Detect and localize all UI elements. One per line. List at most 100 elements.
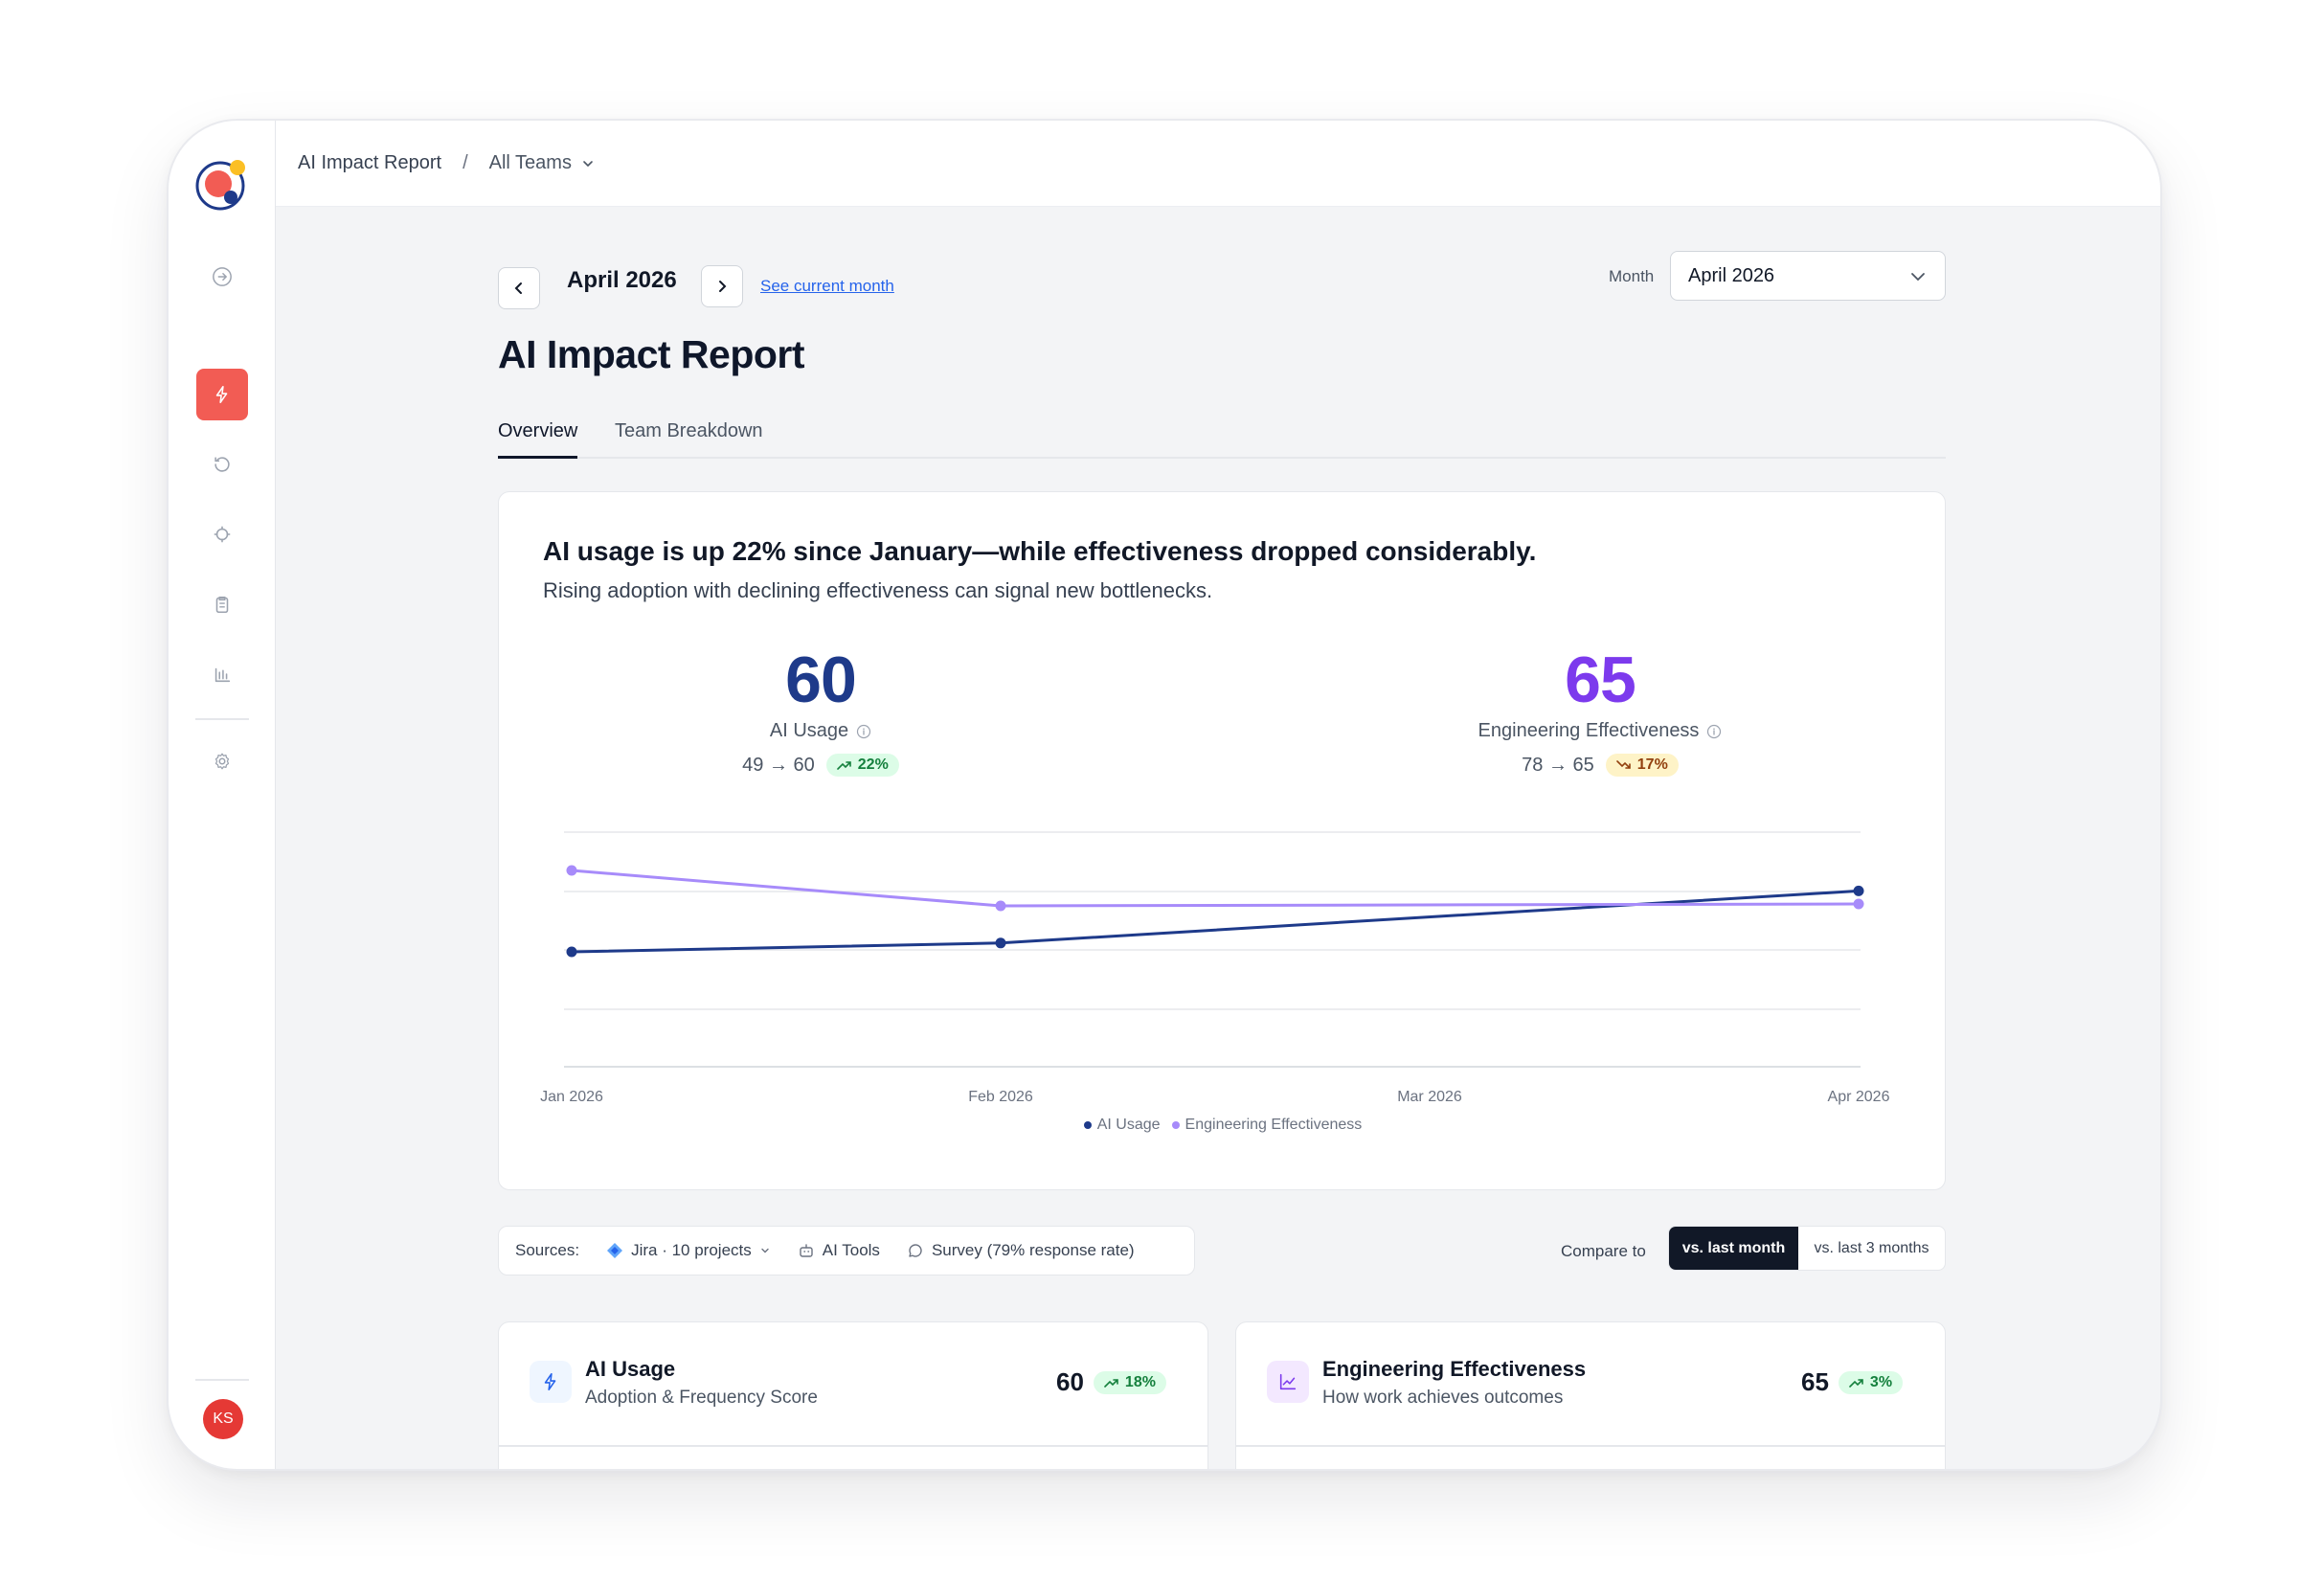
trend-up-icon — [1849, 1378, 1863, 1388]
tab-bar: Overview Team Breakdown — [498, 420, 1946, 459]
legend-item-ai-usage: AI Usage — [1083, 1117, 1161, 1134]
card-divider — [1236, 1445, 1945, 1447]
compare-label: Compare to — [1561, 1242, 1646, 1260]
compare-toggle: vs. last month vs. last 3 months — [1668, 1226, 1946, 1271]
compare-last-month-button[interactable]: vs. last month — [1669, 1227, 1798, 1270]
target-icon — [214, 526, 231, 543]
source-ai-tools: AI Tools — [798, 1241, 880, 1260]
avatar[interactable]: KS — [203, 1399, 243, 1439]
source-jira-label: Jira · 10 projects — [631, 1241, 752, 1259]
breadcrumb-report[interactable]: AI Impact Report — [298, 152, 441, 174]
clipboard-icon — [215, 596, 229, 614]
card-divider — [499, 1445, 1207, 1447]
history-icon — [214, 457, 230, 472]
tab-team-breakdown[interactable]: Team Breakdown — [615, 420, 763, 456]
data-point[interactable] — [995, 900, 1006, 912]
chevron-down-icon — [761, 1248, 769, 1253]
card-delta-value: 3% — [1869, 1373, 1893, 1390]
current-month-label: April 2026 — [567, 267, 677, 293]
legend-label: Engineering Effectiveness — [1185, 1117, 1363, 1133]
card-engineering-effectiveness[interactable]: Engineering Effectiveness How work achie… — [1235, 1321, 1946, 1469]
month-select-label: Month — [1609, 267, 1655, 285]
team-selector-label: All Teams — [488, 152, 572, 173]
x-tick-label: Feb 2026 — [968, 1089, 1033, 1105]
robot-icon — [800, 1244, 813, 1257]
trend-up-icon — [1104, 1378, 1118, 1388]
data-point[interactable] — [1853, 898, 1864, 910]
page-title: AI Impact Report — [498, 332, 805, 376]
breadcrumb-separator: / — [463, 152, 468, 173]
card-score: 65 3% — [1801, 1367, 1904, 1397]
legend-item-engineering-effectiveness: Engineering Effectiveness — [1171, 1117, 1363, 1134]
sources-bar: Sources: Jira · 10 projects AI Tools Sur… — [498, 1226, 1195, 1275]
sidebar-item-settings[interactable] — [196, 735, 248, 787]
legend-swatch — [1171, 1120, 1180, 1129]
card-score-value: 65 — [1801, 1367, 1829, 1396]
data-point[interactable] — [566, 865, 577, 876]
trend-chart: Jan 2026 Feb 2026 Mar 2026 Apr 2026 — [540, 831, 1890, 1105]
x-tick-label: Apr 2026 — [1828, 1089, 1890, 1105]
tab-overview[interactable]: Overview — [498, 420, 578, 459]
chevron-left-icon — [514, 282, 522, 294]
sidebar-divider — [195, 1379, 249, 1381]
lightning-icon — [544, 1372, 556, 1391]
gear-icon — [214, 753, 230, 770]
data-point[interactable] — [566, 946, 577, 958]
source-ai-tools-label: AI Tools — [822, 1241, 880, 1259]
card-score-value: 60 — [1056, 1367, 1084, 1396]
previous-month-button[interactable] — [498, 267, 540, 309]
sidebar-item-clipboard[interactable] — [196, 578, 248, 630]
bar-chart-icon — [214, 667, 231, 683]
jira-icon — [607, 1243, 623, 1258]
sidebar-item-ai-impact[interactable] — [196, 369, 248, 420]
source-survey: Survey (79% response rate) — [907, 1241, 1135, 1260]
compare-last-3-months-button[interactable]: vs. last 3 months — [1798, 1227, 1945, 1270]
legend-swatch — [1083, 1120, 1092, 1129]
month-select[interactable]: April 2026 — [1670, 251, 1946, 301]
series-line-ai-usage — [571, 889, 1860, 954]
series-line-engineering-effectiveness — [571, 869, 1860, 908]
chat-bubble-icon — [909, 1244, 922, 1257]
sidebar: KS — [169, 121, 276, 1469]
card-delta-badge: 3% — [1838, 1370, 1904, 1394]
chevron-down-icon — [583, 160, 593, 167]
sidebar-item-reports[interactable] — [196, 648, 248, 700]
card-delta-badge: 18% — [1093, 1370, 1166, 1394]
arrow-right-circle-icon — [213, 267, 232, 286]
legend-label: AI Usage — [1096, 1117, 1161, 1133]
card-delta-value: 18% — [1124, 1373, 1156, 1390]
chevron-down-icon — [1911, 273, 1925, 282]
data-point[interactable] — [995, 937, 1006, 949]
breadcrumb: AI Impact Report / All Teams — [276, 121, 2160, 207]
source-survey-label: Survey (79% response rate) — [931, 1241, 1135, 1259]
app-window: KS AI Impact Report / All Teams April 20… — [169, 121, 2160, 1469]
card-icon — [530, 1361, 572, 1403]
next-month-button[interactable] — [701, 265, 743, 307]
card-subtitle: How work achieves outcomes — [1322, 1388, 1564, 1408]
month-select-value: April 2026 — [1688, 264, 1775, 286]
sources-label: Sources: — [515, 1241, 580, 1259]
line-chart-icon — [1279, 1373, 1297, 1390]
source-jira[interactable]: Jira · 10 projects — [606, 1241, 771, 1260]
card-subtitle: Adoption & Frequency Score — [585, 1388, 818, 1408]
team-selector[interactable]: All Teams — [489, 152, 595, 174]
see-current-month-link[interactable]: See current month — [760, 277, 894, 296]
card-icon — [1267, 1361, 1309, 1403]
data-point[interactable] — [1853, 885, 1864, 896]
card-title: Engineering Effectiveness — [1322, 1357, 1587, 1381]
sidebar-divider — [195, 718, 249, 720]
x-tick-label: Jan 2026 — [540, 1089, 603, 1105]
sidebar-item-target[interactable] — [196, 508, 248, 560]
logo[interactable] — [194, 156, 250, 212]
x-tick-label: Mar 2026 — [1397, 1089, 1462, 1105]
sidebar-item-history[interactable] — [196, 439, 248, 490]
chevron-right-icon — [719, 281, 727, 292]
expand-sidebar-button[interactable] — [196, 251, 248, 303]
card-title: AI Usage — [585, 1357, 676, 1381]
chart-legend: AI Usage Engineering Effectiveness — [499, 1117, 1947, 1134]
lightning-icon — [215, 385, 228, 404]
card-ai-usage[interactable]: AI Usage Adoption & Frequency Score 60 1… — [498, 1321, 1208, 1469]
card-score: 60 18% — [1056, 1367, 1166, 1397]
summary-card: AI usage is up 22% since January—while e… — [498, 491, 1946, 1190]
main-content: April 2026 See current month Month April… — [276, 208, 2160, 1469]
